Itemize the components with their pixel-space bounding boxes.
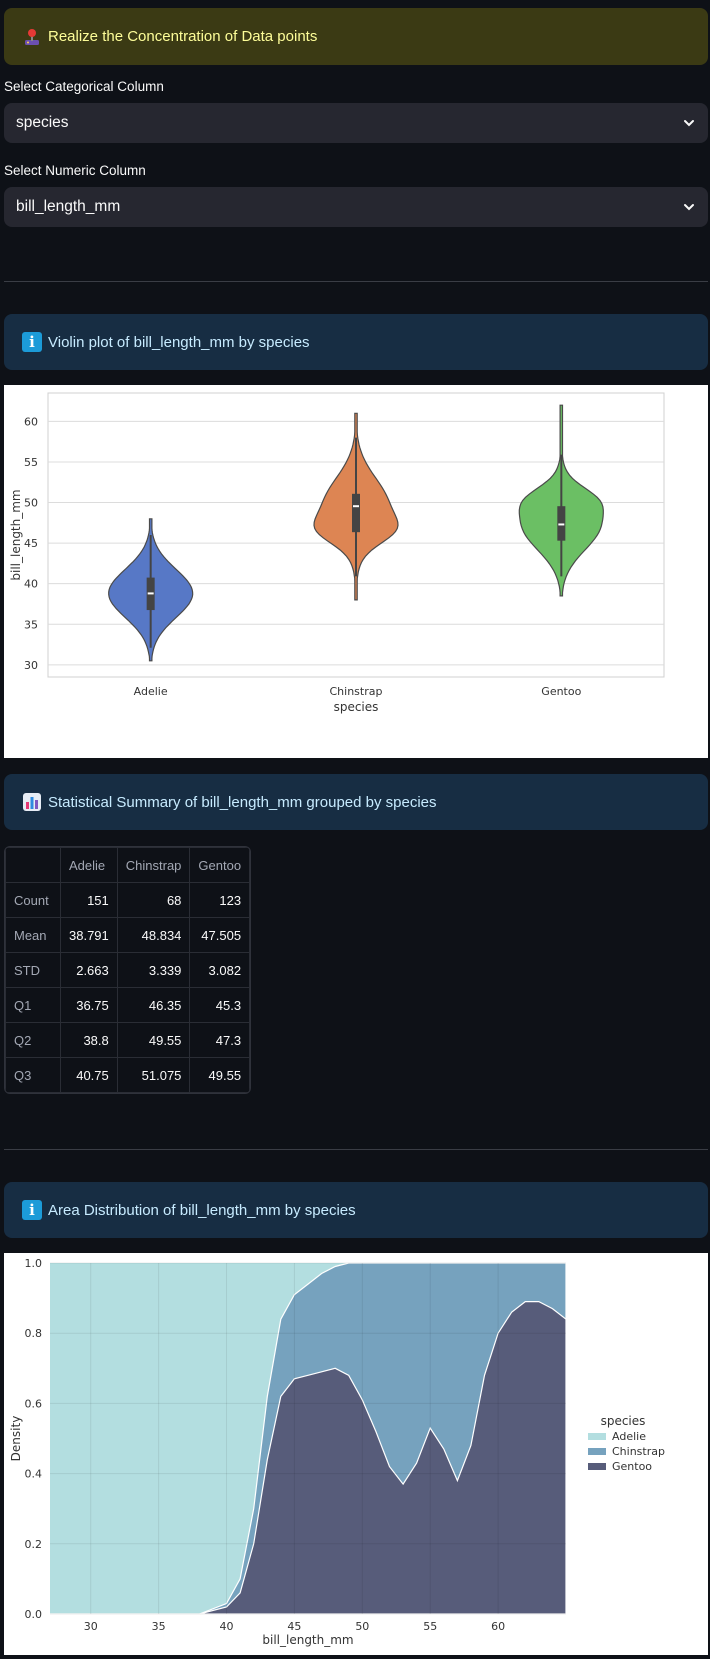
table-cell: 47.505 (189, 917, 251, 953)
categorical-selected-value: species (16, 114, 69, 131)
x-tick-label: 55 (423, 1620, 437, 1633)
table-row: STD 2.663 3.339 3.082 (5, 952, 251, 988)
violin-chart: 30 35 40 45 50 55 60 Adelie Chinstrap Gentoo speci… (9, 392, 665, 714)
column-header-chinstrap[interactable]: Chinstrap (116, 847, 191, 883)
y-tick-label: 35 (24, 618, 38, 631)
x-tick-label: 50 (355, 1620, 369, 1633)
chevron-down-icon (684, 120, 694, 127)
x-tick-label: Gentoo (541, 685, 581, 698)
joystick-icon (22, 27, 42, 47)
table-row: Q2 38.8 49.55 47.3 (5, 1022, 251, 1058)
legend-swatch (588, 1433, 606, 1440)
bar-chart-icon (22, 792, 42, 812)
x-tick-label: 35 (152, 1620, 166, 1633)
warning-banner: Realize the Concentration of Data points (4, 8, 708, 65)
row-label: Count (5, 882, 61, 918)
y-tick-label: 55 (24, 456, 38, 469)
table-row: Q3 40.75 51.075 49.55 (5, 1057, 251, 1093)
numeric-column-label: Select Numeric Column (4, 163, 146, 178)
table-corner-header (5, 847, 61, 883)
row-label: Mean (5, 917, 61, 953)
legend-swatch (588, 1448, 606, 1455)
legend-label: Adelie (612, 1430, 646, 1443)
table-cell: 3.082 (189, 952, 251, 988)
column-header-gentoo[interactable]: Gentoo (189, 847, 251, 883)
summary-table: Adelie Chinstrap Gentoo Count 151 68 123 Me… (4, 846, 252, 1094)
row-label: STD (5, 952, 61, 988)
y-tick-label: 0.4 (25, 1468, 43, 1481)
y-tick-label: 60 (24, 415, 38, 428)
table-cell: 151 (60, 882, 118, 918)
row-label: Q3 (5, 1057, 61, 1093)
y-tick-label: 30 (24, 659, 38, 672)
legend-title: species (601, 1414, 646, 1428)
y-tick-label: 1.0 (25, 1257, 43, 1270)
table-cell: 47.3 (189, 1022, 251, 1058)
chevron-down-icon (684, 204, 694, 211)
y-tick-label: 40 (24, 578, 38, 591)
table-cell: 123 (189, 882, 251, 918)
warning-text: Realize the Concentration of Data points (48, 28, 318, 45)
table-header-row: Adelie Chinstrap Gentoo (5, 847, 251, 883)
categorical-column-select[interactable]: species (4, 103, 708, 143)
section-divider (4, 1149, 708, 1150)
table-cell: 49.55 (116, 1022, 191, 1058)
info-banner-summary: Statistical Summary of bill_length_mm gr… (4, 774, 708, 830)
info-banner-area: i Area Distribution of bill_length_mm by… (4, 1182, 708, 1238)
y-tick-label: 0.2 (25, 1538, 43, 1551)
violin-box (352, 493, 360, 533)
table-cell: 40.75 (60, 1057, 118, 1093)
column-header-adelie[interactable]: Adelie (60, 847, 118, 883)
table-cell: 36.75 (60, 987, 118, 1023)
table-cell: 68 (116, 882, 191, 918)
table-cell: 46.35 (116, 987, 191, 1023)
y-tick-label: 50 (24, 497, 38, 510)
legend-label: Chinstrap (612, 1445, 665, 1458)
violin-box (557, 506, 566, 541)
area-plot: 30 35 40 45 50 55 60 0.0 0.2 0.4 0.6 0.8 1.0 bill_len… (4, 1253, 708, 1655)
y-axis-label: bill_length_mm (9, 489, 23, 580)
info-violin-text: Violin plot of bill_length_mm by species (48, 333, 310, 351)
table-cell: 38.8 (60, 1022, 118, 1058)
row-label: Q1 (5, 987, 61, 1023)
legend-label: Gentoo (612, 1460, 652, 1473)
x-axis-label: bill_length_mm (262, 1633, 353, 1647)
x-tick-label: Adelie (134, 685, 168, 698)
violin-plot: 30 35 40 45 50 55 60 Adelie Chinstrap Gentoo speci… (4, 385, 708, 758)
y-tick-label: 0.0 (25, 1608, 43, 1621)
table-row: Q1 36.75 46.35 45.3 (5, 987, 251, 1023)
table-cell: 2.663 (60, 952, 118, 988)
table-cell: 48.834 (116, 917, 191, 953)
table-cell: 3.339 (116, 952, 191, 988)
table-cell: 51.075 (116, 1057, 191, 1093)
table-row: Mean 38.791 48.834 47.505 (5, 917, 251, 953)
info-summary-text: Statistical Summary of bill_length_mm gr… (48, 793, 437, 811)
table-cell: 38.791 (60, 917, 118, 953)
info-banner-violin: i Violin plot of bill_length_mm by speci… (4, 314, 708, 370)
section-divider (4, 281, 708, 282)
y-tick-label: 0.8 (25, 1327, 43, 1340)
info-icon: i (22, 332, 42, 352)
area-chart: 30 35 40 45 50 55 60 0.0 0.2 0.4 0.6 0.8 1.0 bill_len… (9, 1257, 665, 1647)
x-tick-label: 45 (287, 1620, 301, 1633)
x-tick-label: 60 (491, 1620, 505, 1633)
table-row: Count 151 68 123 (5, 882, 251, 918)
numeric-column-select[interactable]: bill_length_mm (4, 187, 708, 227)
categorical-column-label: Select Categorical Column (4, 79, 164, 94)
y-axis-label: Density (9, 1416, 23, 1462)
table-cell: 45.3 (189, 987, 251, 1023)
x-tick-label: Chinstrap (330, 685, 383, 698)
x-tick-label: 40 (220, 1620, 234, 1633)
x-axis-label: species (334, 700, 379, 714)
info-icon: i (22, 1200, 42, 1220)
info-area-text: Area Distribution of bill_length_mm by s… (48, 1201, 356, 1219)
row-label: Q2 (5, 1022, 61, 1058)
y-tick-label: 0.6 (25, 1397, 43, 1410)
table-cell: 49.55 (189, 1057, 251, 1093)
legend-swatch (588, 1463, 606, 1470)
x-tick-label: 30 (84, 1620, 98, 1633)
numeric-selected-value: bill_length_mm (16, 198, 121, 215)
y-tick-label: 45 (24, 537, 38, 550)
